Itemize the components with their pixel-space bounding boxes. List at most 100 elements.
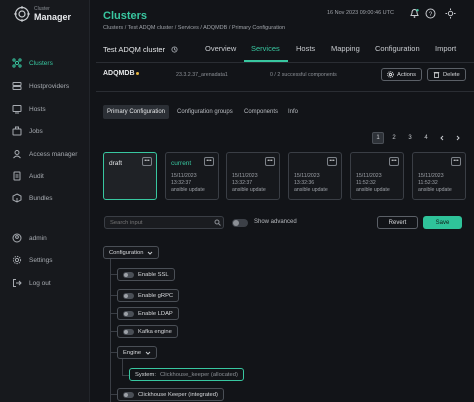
- tab-primary-configuration[interactable]: Primary Configuration: [103, 105, 170, 119]
- bell-icon[interactable]: [409, 8, 420, 19]
- config-date: 15/11/2023: [232, 173, 258, 179]
- sidebar-item-hostproviders[interactable]: Hostproviders: [12, 80, 69, 92]
- tree-branch: [110, 394, 117, 395]
- revert-button[interactable]: Revert: [377, 216, 418, 229]
- prev-page-button[interactable]: [436, 132, 448, 144]
- help-icon[interactable]: ?: [425, 8, 436, 19]
- config-card[interactable]: ••• 15/11/2023 13:32:36 ansible update: [288, 152, 342, 200]
- tab-info[interactable]: Info: [284, 105, 302, 119]
- cluster-name-text: Test ADQM cluster: [103, 45, 166, 54]
- theme-toggle-icon[interactable]: [445, 8, 456, 19]
- sidebar-item-clusters[interactable]: Clusters: [12, 57, 53, 69]
- config-menu-button[interactable]: •••: [327, 157, 337, 166]
- page-button[interactable]: 3: [404, 132, 416, 144]
- tab-components[interactable]: Components: [240, 105, 282, 119]
- sidebar-item-audit[interactable]: Audit: [12, 170, 44, 182]
- tree-root-configuration[interactable]: Configuration: [103, 246, 160, 259]
- tree-item-enable-ldap[interactable]: Enable LDAP: [117, 307, 179, 320]
- toggle-switch[interactable]: [123, 271, 134, 278]
- system-field[interactable]: System: Clickhouse_keeper (allocated): [129, 368, 244, 381]
- sidebar-item-jobs[interactable]: Jobs: [12, 125, 43, 137]
- show-advanced-toggle[interactable]: [232, 219, 248, 227]
- rename-icon[interactable]: [171, 46, 178, 53]
- tree-branch: [110, 295, 117, 296]
- config-card[interactable]: ••• 15/11/2023 13:32:37 ansible update: [226, 152, 280, 200]
- config-desc: ansible update: [418, 187, 452, 193]
- tab-services[interactable]: Services: [251, 44, 280, 53]
- page-title: Clusters: [103, 10, 148, 22]
- tab-hosts[interactable]: Hosts: [296, 44, 315, 53]
- config-card-draft[interactable]: draft •••: [103, 152, 157, 200]
- tree-root-label: Configuration: [109, 249, 144, 256]
- page-button[interactable]: 2: [388, 132, 400, 144]
- sidebar-item-label: Jobs: [29, 127, 43, 135]
- config-date: 15/11/2023: [294, 173, 320, 179]
- sidebar-item-label: Access manager: [29, 150, 78, 158]
- config-card[interactable]: ••• 15/11/2023 11:52:32 ansible update: [412, 152, 466, 200]
- tree-item-enable-ssl[interactable]: Enable SSL: [117, 268, 175, 281]
- tree-branch: [110, 313, 117, 314]
- config-date: 15/11/2023: [418, 173, 444, 179]
- config-meta: 15/11/2023 13:32:37 ansible update: [232, 173, 266, 194]
- delete-button[interactable]: Delete: [427, 68, 466, 81]
- toggle-switch[interactable]: [123, 391, 134, 398]
- config-card-current[interactable]: current ••• 15/11/2023 13:32:37 ansible …: [165, 152, 219, 200]
- tab-overview[interactable]: Overview: [205, 44, 236, 53]
- breadcrumb[interactable]: Clusters / Test ADQM cluster / Services …: [103, 25, 285, 31]
- app-root: Cluster Manager Clusters Hostproviders H…: [0, 0, 474, 402]
- tree-item-clickhouse-keeper[interactable]: Clickhouse Keeper (integrated): [117, 388, 224, 401]
- sidebar-item-label: admin: [29, 234, 47, 242]
- next-page-button[interactable]: [452, 132, 464, 144]
- config-menu-button[interactable]: •••: [142, 157, 152, 166]
- toggle-knob: [233, 220, 239, 226]
- page-button[interactable]: 1: [372, 132, 384, 144]
- sidebar-item-admin[interactable]: admin: [12, 232, 47, 244]
- sidebar-item-settings[interactable]: Settings: [12, 254, 53, 266]
- tree-item-kafka-engine[interactable]: Kafka engine: [117, 325, 178, 338]
- tree-item-enable-grpc[interactable]: Enable gRPC: [117, 289, 180, 302]
- config-desc: ansible update: [171, 187, 205, 193]
- search-input[interactable]: [104, 216, 224, 229]
- tree-item-engine[interactable]: Engine: [117, 346, 158, 359]
- sidebar-item-bundles[interactable]: Bundles: [12, 192, 53, 204]
- sidebar-item-hosts[interactable]: Hosts: [12, 103, 46, 115]
- config-menu-button[interactable]: •••: [265, 157, 275, 166]
- tree-branch: [110, 274, 117, 275]
- app-logo[interactable]: Cluster Manager: [14, 6, 71, 22]
- page-button[interactable]: 4: [420, 132, 432, 144]
- logo-icon: [14, 6, 30, 22]
- config-time: 13:32:37: [171, 180, 192, 186]
- active-tab-indicator: [244, 60, 288, 62]
- toggle-switch[interactable]: [123, 328, 134, 335]
- config-time: 11:52:32: [418, 180, 438, 186]
- config-menu-button[interactable]: •••: [389, 157, 399, 166]
- tab-mapping[interactable]: Mapping: [331, 44, 360, 53]
- sidebar-item-label: Hostproviders: [29, 82, 70, 90]
- chevron-down-icon: [145, 351, 151, 355]
- config-menu-button[interactable]: •••: [204, 157, 214, 166]
- sidebar-item-label: Log out: [29, 279, 51, 287]
- access-manager-icon: [13, 150, 21, 159]
- toggle-switch[interactable]: [123, 310, 134, 317]
- sidebar-item-logout[interactable]: Log out: [12, 277, 51, 289]
- sidebar-item-label: Audit: [29, 172, 44, 180]
- tree-item-label: Enable SSL: [138, 271, 169, 278]
- sidebar-item-access-manager[interactable]: Access manager: [12, 148, 77, 160]
- toggle-switch[interactable]: [123, 292, 134, 299]
- tree-item-label: Engine: [123, 349, 142, 356]
- config-menu-button[interactable]: •••: [451, 157, 461, 166]
- system-label: System:: [135, 371, 156, 378]
- jobs-icon: [12, 126, 22, 136]
- system-value: Clickhouse_keeper (allocated): [159, 371, 238, 378]
- tab-configuration-groups[interactable]: Configuration groups: [173, 105, 237, 119]
- tab-configuration[interactable]: Configuration: [375, 44, 420, 53]
- tab-import[interactable]: Import: [435, 44, 456, 53]
- tree-branch: [110, 352, 117, 353]
- save-button[interactable]: Save: [423, 216, 462, 229]
- cluster-name: Test ADQM cluster: [103, 45, 178, 54]
- row-divider: [96, 91, 474, 92]
- config-card[interactable]: ••• 15/11/2023 11:52:32 ansible update: [350, 152, 404, 200]
- audit-icon: [13, 171, 21, 181]
- actions-button[interactable]: Actions: [381, 68, 423, 81]
- tabs-divider: [96, 62, 474, 63]
